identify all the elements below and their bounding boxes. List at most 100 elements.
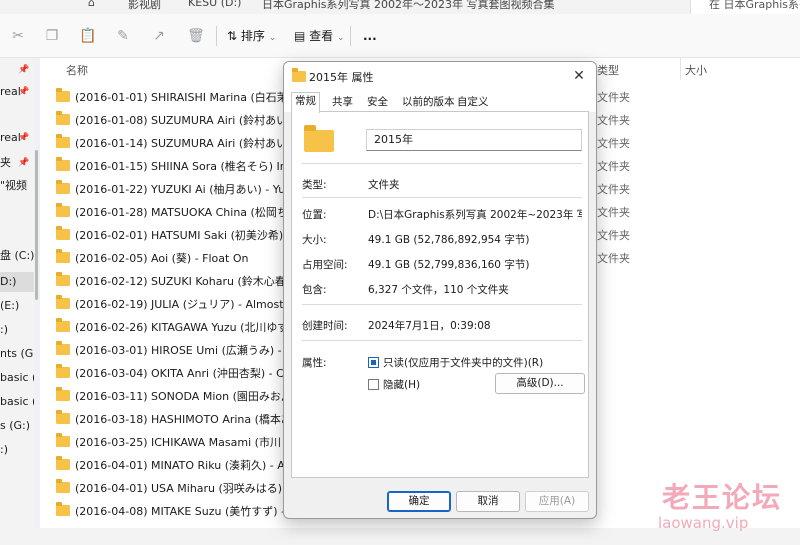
search-box[interactable]: 在 日本Graphis系列写: [690, 0, 800, 14]
close-button[interactable]: ✕: [568, 65, 590, 87]
prop-value-location: D:\日本Graphis系列写真 2002年~2023年 写真套图视: [368, 209, 582, 221]
nav-item[interactable]: 📌: [0, 60, 34, 80]
file-row[interactable]: (2016-01-28) MATSUOKA China (松岡ちな) - DAI…: [56, 203, 296, 223]
nav-item[interactable]: [0, 222, 34, 242]
folder-icon: [56, 88, 70, 102]
file-name: (2016-01-22) YUZUKI Ai (柚月あい) - Yuzuiro …: [75, 183, 296, 196]
tab-previous-versions[interactable]: 以前的版本: [399, 94, 458, 112]
file-row[interactable]: (2016-04-01) MINATO Riku (湊莉久) - April 2…: [56, 456, 296, 476]
file-name: (2016-03-11) SONODA Mion (園田みおん) - Limit…: [75, 390, 296, 403]
nav-item-drive-f[interactable]: :): [0, 320, 34, 340]
sidebar-scrollbar[interactable]: [35, 150, 38, 300]
column-header-name[interactable]: 名称: [66, 62, 88, 78]
copy-icon[interactable]: ❐: [42, 26, 62, 46]
readonly-checkbox[interactable]: [368, 357, 379, 368]
file-row[interactable]: (2016-04-08) MITAKE Suzu (美竹すず) - Limite…: [56, 502, 296, 522]
folder-icon: [56, 111, 70, 125]
toolbar-divider: [350, 26, 351, 46]
file-row[interactable]: (2016-01-14) SUZUMURA Airi (鈴村あいり), MATS…: [56, 134, 296, 154]
file-row[interactable]: (2016-02-19) JULIA (ジュリア) - Almost Ready: [56, 295, 296, 315]
view-button[interactable]: ▤ 查看 ⌄: [294, 26, 345, 46]
folder-name-input[interactable]: 2015年: [366, 129, 582, 151]
file-type: 文件夹: [597, 137, 630, 150]
paste-icon[interactable]: 📋: [78, 26, 98, 46]
folder-icon: [56, 502, 70, 516]
file-row[interactable]: (2016-03-04) OKITA Anri (沖田杏梨) - Console: [56, 364, 296, 384]
file-row[interactable]: (2016-02-01) HATSUMI Saki (初美沙希) - Febru…: [56, 226, 296, 246]
file-name: (2016-01-08) SUZUMURA Airi (鈴村あいり) - New: [75, 114, 296, 127]
file-row[interactable]: (2016-04-01) USA Miharu (羽咲みはる) - USADOL: [56, 479, 296, 499]
prop-value-size: 49.1 GB (52,786,892,954 字节): [368, 234, 530, 246]
tab-sharing[interactable]: 共享: [329, 94, 356, 112]
nav-item-drive-c[interactable]: 盘 (C:): [0, 246, 34, 266]
file-row[interactable]: (2016-02-12) SUZUKI Koharu (鈴木心春) - Limi…: [56, 272, 296, 292]
share-icon[interactable]: ↗: [149, 26, 169, 46]
nav-item[interactable]: :): [0, 440, 34, 460]
sort-icon: ⇅: [227, 29, 238, 43]
folder-icon: [56, 410, 70, 424]
attributes-label: 属性:: [302, 357, 327, 369]
file-name: (2016-02-05) Aoi (葵) - Float On: [75, 252, 249, 265]
nav-item[interactable]: real 📌: [0, 128, 34, 148]
nav-item[interactable]: real 📌: [0, 82, 34, 102]
nav-item[interactable]: s (G:): [0, 416, 34, 436]
prop-label-location: 位置:: [302, 209, 327, 221]
folder-icon: [56, 226, 70, 240]
column-header-type[interactable]: 类型: [597, 62, 619, 78]
nav-item-drive-e[interactable]: (E:): [0, 296, 34, 316]
apply-button[interactable]: 应用(A): [525, 491, 589, 512]
column-divider[interactable]: [680, 58, 681, 80]
delete-icon[interactable]: 🗑: [186, 26, 206, 46]
file-row[interactable]: (2016-01-22) YUZUKI Ai (柚月あい) - Yuzuiro …: [56, 180, 296, 200]
sort-button[interactable]: ⇅ 排序 ⌄: [227, 26, 276, 46]
file-row[interactable]: (2016-01-01) SHIRAISHI Marina (白石茉莉奈) - …: [56, 88, 296, 108]
column-header-size[interactable]: 大小: [685, 62, 707, 78]
cut-icon[interactable]: ✂: [8, 26, 28, 46]
dialog-titlebar[interactable]: 2015年 属性 ✕: [284, 62, 596, 90]
hidden-label[interactable]: 隐藏(H): [383, 377, 420, 392]
nav-item-drive-d[interactable]: D:): [0, 272, 34, 292]
cancel-button[interactable]: 取消: [456, 491, 520, 512]
home-icon[interactable]: ⌂: [88, 0, 95, 9]
toolbar-divider: [216, 26, 217, 46]
file-row[interactable]: (2016-03-18) HASHIMOTO Arina (橋本ありな) - F…: [56, 410, 296, 430]
file-type: 文件夹: [597, 252, 630, 265]
tab-general[interactable]: 常规: [291, 92, 320, 113]
breadcrumb-3[interactable]: 日本Graphis系列写真 2002年～2023年 写真套图视频合集: [262, 0, 555, 12]
nav-item[interactable]: basic (: [0, 392, 34, 412]
properties-dialog: 2015年 属性 ✕ 常规 共享 安全 以前的版本 自定义 2015年 类型: …: [283, 61, 597, 519]
file-row[interactable]: (2016-03-01) HIROSE Umi (広瀬うみ) - March 2…: [56, 341, 296, 361]
file-name: (2016-04-01) MINATO Riku (湊莉久) - April 2…: [75, 459, 296, 472]
rename-icon[interactable]: ✎: [113, 26, 133, 46]
folder-icon: [56, 341, 70, 355]
nav-item[interactable]: basic (: [0, 368, 34, 388]
file-row[interactable]: (2016-03-11) SONODA Mion (園田みおん) - Limit…: [56, 387, 296, 407]
nav-item-drive-g[interactable]: nts (G:): [0, 344, 34, 364]
advanced-button[interactable]: 高级(D)...: [495, 373, 585, 394]
prop-value-size-on-disk: 49.1 GB (52,799,836,160 字节): [368, 259, 530, 271]
nav-item[interactable]: "视频: [0, 176, 34, 196]
file-name: (2016-03-04) OKITA Anri (沖田杏梨) - Console: [75, 367, 296, 380]
view-label: 查看: [309, 29, 334, 43]
breadcrumb-1[interactable]: 影视剧: [128, 0, 161, 12]
file-name: (2016-01-28) MATSUOKA China (松岡ちな) - DAI…: [75, 206, 296, 219]
divider: [302, 304, 582, 305]
file-row[interactable]: (2016-02-05) Aoi (葵) - Float On: [56, 249, 296, 269]
hidden-checkbox[interactable]: [368, 379, 379, 390]
nav-item[interactable]: 夹 📌: [0, 153, 34, 173]
prop-label-contains: 包含:: [302, 284, 327, 296]
file-row[interactable]: (2016-02-26) KITAGAWA Yuzu (北川ゆず) - Firs…: [56, 318, 296, 338]
folder-icon: [56, 272, 70, 286]
file-row[interactable]: (2016-01-08) SUZUMURA Airi (鈴村あいり) - New: [56, 111, 296, 131]
file-name: (2016-01-14) SUZUMURA Airi (鈴村あいり), MATS…: [75, 137, 296, 150]
tab-customize[interactable]: 自定义: [454, 94, 492, 112]
more-button[interactable]: ...: [363, 26, 377, 46]
readonly-label[interactable]: 只读(仅应用于文件夹中的文件)(R): [383, 355, 543, 370]
tab-security[interactable]: 安全: [364, 94, 391, 112]
breadcrumb-2[interactable]: KESU (D:): [188, 0, 241, 9]
file-row[interactable]: (2016-03-25) ICHIKAWA Masami (市川まさみ) - I…: [56, 433, 296, 453]
chevron-down-icon: ⌄: [337, 33, 345, 43]
ok-button[interactable]: 确定: [387, 491, 451, 512]
file-row[interactable]: (2016-01-15) SHIINA Sora (椎名そら) In Color: [56, 157, 296, 177]
file-name: (2016-01-01) SHIRAISHI Marina (白石茉莉奈) - …: [75, 91, 296, 104]
